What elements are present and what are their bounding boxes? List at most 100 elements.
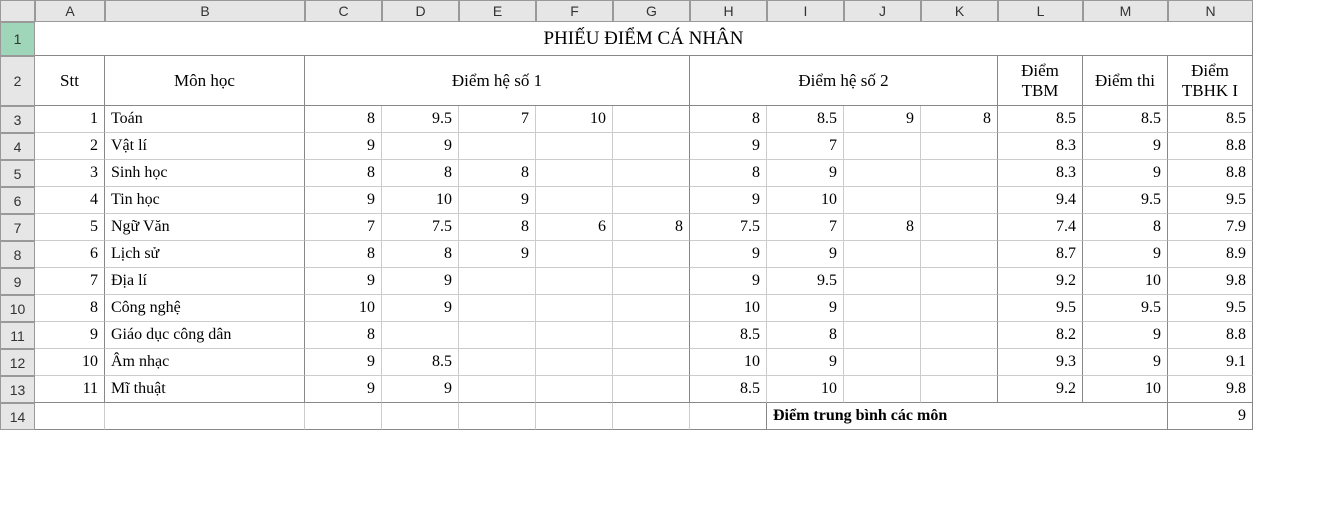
col-header-M[interactable]: M (1083, 0, 1168, 22)
cell-j[interactable] (844, 268, 921, 295)
cell-c[interactable]: 9 (305, 349, 382, 376)
col-header-J[interactable]: J (844, 0, 921, 22)
cell-stt[interactable]: 5 (35, 214, 105, 241)
cell-tbm[interactable]: 8.7 (998, 241, 1083, 268)
cell-h[interactable]: 7.5 (690, 214, 767, 241)
cell-h[interactable]: 8.5 (690, 376, 767, 403)
cell-c[interactable]: 7 (305, 214, 382, 241)
cell-tbhk[interactable]: 8.5 (1168, 106, 1253, 133)
cell-c[interactable]: 8 (305, 106, 382, 133)
cell-k[interactable] (921, 295, 998, 322)
cell-stt[interactable]: 3 (35, 160, 105, 187)
col-header-I[interactable]: I (767, 0, 844, 22)
cell-c[interactable]: 9 (305, 187, 382, 214)
cell-tbhk[interactable]: 8.8 (1168, 160, 1253, 187)
cell-g[interactable] (613, 106, 690, 133)
cell-g[interactable] (613, 349, 690, 376)
cell-i[interactable]: 8 (767, 322, 844, 349)
cell-tbhk[interactable]: 8.8 (1168, 133, 1253, 160)
row-header-11[interactable]: 11 (0, 322, 35, 349)
cell-empty[interactable] (35, 403, 105, 430)
cell-k[interactable] (921, 376, 998, 403)
header-stt[interactable]: Stt (35, 56, 105, 106)
row-header-9[interactable]: 9 (0, 268, 35, 295)
cell-thi[interactable]: 9.5 (1083, 187, 1168, 214)
col-header-A[interactable]: A (35, 0, 105, 22)
cell-tbhk[interactable]: 9.5 (1168, 295, 1253, 322)
cell-e[interactable] (459, 295, 536, 322)
cell-thi[interactable]: 8 (1083, 214, 1168, 241)
cell-i[interactable]: 9 (767, 160, 844, 187)
row-header-14[interactable]: 14 (0, 403, 35, 430)
cell-k[interactable] (921, 133, 998, 160)
cell-empty[interactable] (305, 403, 382, 430)
header-mon[interactable]: Môn học (105, 56, 305, 106)
footer-value[interactable]: 9 (1168, 403, 1253, 430)
cell-d[interactable]: 7.5 (382, 214, 459, 241)
row-header-4[interactable]: 4 (0, 133, 35, 160)
cell-f[interactable] (536, 187, 613, 214)
cell-f[interactable] (536, 295, 613, 322)
cell-tbhk[interactable]: 9.8 (1168, 268, 1253, 295)
cell-e[interactable]: 9 (459, 241, 536, 268)
col-header-B[interactable]: B (105, 0, 305, 22)
cell-j[interactable]: 8 (844, 214, 921, 241)
cell-g[interactable] (613, 295, 690, 322)
cell-empty[interactable] (459, 403, 536, 430)
cell-d[interactable]: 8 (382, 241, 459, 268)
cell-j[interactable] (844, 241, 921, 268)
row-header-8[interactable]: 8 (0, 241, 35, 268)
row-header-13[interactable]: 13 (0, 376, 35, 403)
cell-k[interactable] (921, 241, 998, 268)
cell-i[interactable]: 7 (767, 214, 844, 241)
cell-f[interactable] (536, 349, 613, 376)
cell-mon[interactable]: Tin học (105, 187, 305, 214)
cell-d[interactable]: 9.5 (382, 106, 459, 133)
cell-f[interactable] (536, 322, 613, 349)
cell-j[interactable] (844, 295, 921, 322)
row-header-5[interactable]: 5 (0, 160, 35, 187)
cell-empty[interactable] (536, 403, 613, 430)
cell-thi[interactable]: 9.5 (1083, 295, 1168, 322)
row-header-1[interactable]: 1 (0, 22, 35, 56)
cell-mon[interactable]: Địa lí (105, 268, 305, 295)
cell-tbm[interactable]: 7.4 (998, 214, 1083, 241)
cell-tbm[interactable]: 8.5 (998, 106, 1083, 133)
cell-stt[interactable]: 7 (35, 268, 105, 295)
cell-tbm[interactable]: 8.3 (998, 133, 1083, 160)
cell-tbm[interactable]: 8.3 (998, 160, 1083, 187)
col-header-H[interactable]: H (690, 0, 767, 22)
cell-c[interactable]: 9 (305, 376, 382, 403)
cell-d[interactable]: 9 (382, 133, 459, 160)
cell-stt[interactable]: 10 (35, 349, 105, 376)
cell-f[interactable] (536, 268, 613, 295)
cell-j[interactable]: 9 (844, 106, 921, 133)
cell-d[interactable]: 8 (382, 160, 459, 187)
cell-stt[interactable]: 9 (35, 322, 105, 349)
cell-h[interactable]: 8 (690, 106, 767, 133)
cell-j[interactable] (844, 160, 921, 187)
cell-tbm[interactable]: 9.3 (998, 349, 1083, 376)
col-header-K[interactable]: K (921, 0, 998, 22)
cell-g[interactable]: 8 (613, 214, 690, 241)
cell-mon[interactable]: Vật lí (105, 133, 305, 160)
cell-g[interactable] (613, 322, 690, 349)
footer-label[interactable]: Điểm trung bình các môn (767, 403, 1168, 430)
row-header-3[interactable]: 3 (0, 106, 35, 133)
cell-c[interactable]: 8 (305, 241, 382, 268)
cell-f[interactable]: 6 (536, 214, 613, 241)
cell-g[interactable] (613, 241, 690, 268)
cell-mon[interactable]: Sinh học (105, 160, 305, 187)
cell-thi[interactable]: 9 (1083, 241, 1168, 268)
row-header-6[interactable]: 6 (0, 187, 35, 214)
col-header-F[interactable]: F (536, 0, 613, 22)
cell-c[interactable]: 9 (305, 133, 382, 160)
cell-stt[interactable]: 2 (35, 133, 105, 160)
col-header-E[interactable]: E (459, 0, 536, 22)
cell-j[interactable] (844, 187, 921, 214)
cell-c[interactable]: 8 (305, 160, 382, 187)
cell-empty[interactable] (105, 403, 305, 430)
cell-f[interactable] (536, 133, 613, 160)
cell-tbhk[interactable]: 9.1 (1168, 349, 1253, 376)
cell-k[interactable] (921, 322, 998, 349)
